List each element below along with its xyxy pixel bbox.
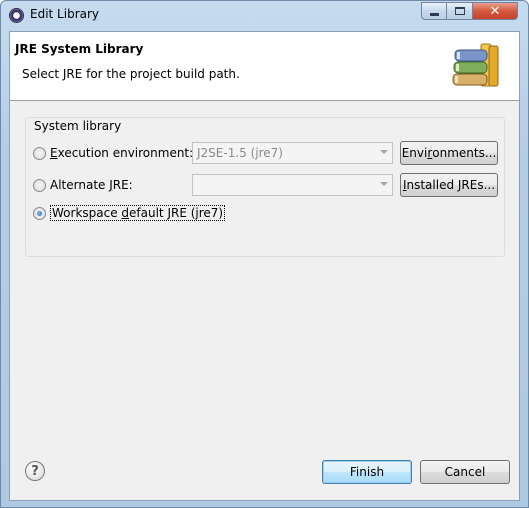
minimize-icon [429,13,439,16]
group-label: System library [32,119,124,133]
eclipse-icon [9,8,24,23]
page-description: Select JRE for the project build path. [22,67,240,81]
radio-circle-selected[interactable] [33,206,46,220]
radio-circle[interactable] [33,146,46,160]
wizard-header: JRE System Library Select JRE for the pr… [10,32,519,101]
books-library-icon [452,43,499,87]
window-title: Edit Library [30,7,100,21]
minimize-button[interactable] [421,2,447,20]
environments-button[interactable]: Envi r onments... [400,141,498,165]
radio-circle[interactable] [33,178,46,192]
label-rest: xecution environment: [57,146,194,160]
page-title: JRE System Library [15,42,144,56]
label-rest: efault JRE (jre7) [129,206,224,220]
maximize-icon [454,7,465,15]
workspace-default-label: Workspace default JRE (jre7) [50,205,226,221]
label-prefix: Alternate [50,178,110,192]
combo-value: J2SE-1.5 (jre7) [197,146,283,160]
execution-environment-radio[interactable]: Execution environment: [33,146,193,160]
cancel-button[interactable]: Cancel [420,460,510,484]
alternate-jre-combo[interactable] [192,174,393,196]
title-bar[interactable]: Edit Library ✕ [1,1,528,29]
button-label-rest: onments... [432,146,497,160]
alternate-jre-radio[interactable]: Alternate JRE: [33,178,133,192]
close-button[interactable]: ✕ [473,2,518,20]
mnemonic: d [121,206,130,220]
maximize-button[interactable] [447,2,473,20]
dialog-body: JRE System Library Select JRE for the pr… [9,31,520,501]
chevron-down-icon [380,150,388,154]
chevron-down-icon [380,182,388,186]
close-icon: ✕ [489,3,501,19]
label-rest: RE: [112,178,133,192]
alternate-jre-label: Alternate JRE: [50,178,133,192]
installed-jres-button[interactable]: Installed JREs... [400,173,498,197]
dialog-window: Edit Library ✕ JRE System Library Select… [0,0,529,508]
execution-environment-label: Execution environment: [50,146,193,160]
label-prefix: Workspace [52,206,122,220]
workspace-default-radio[interactable]: Workspace default JRE (jre7) [33,205,226,221]
execution-environment-combo[interactable]: J2SE-1.5 (jre7) [192,142,393,164]
mnemonic: E [50,146,58,160]
button-label-rest: nstalled JREs... [406,178,496,192]
button-label-prefix: Envi [401,146,428,160]
question-mark-icon[interactable]: ? [25,461,45,481]
finish-button[interactable]: Finish [322,460,412,484]
